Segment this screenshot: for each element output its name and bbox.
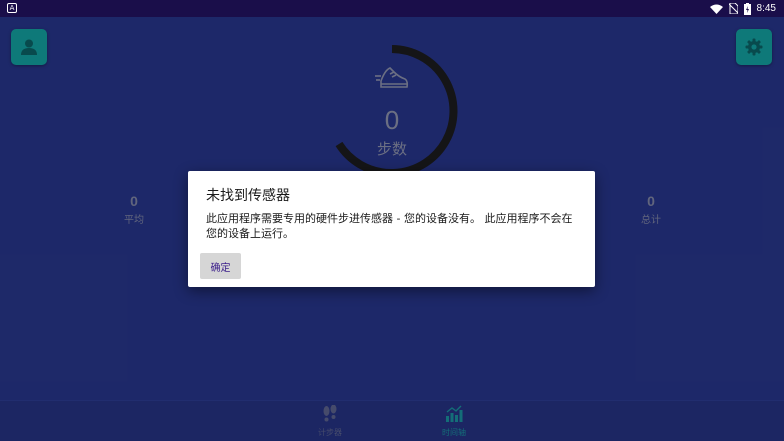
status-icons: 8:45 <box>709 1 776 16</box>
sensor-not-found-dialog: 未找到传感器 此应用程序需要专用的硬件步进传感器 - 您的设备没有。 此应用程序… <box>188 171 595 287</box>
status-bar: A 8:45 <box>0 0 784 17</box>
clock: 8:45 <box>756 3 776 14</box>
ok-button[interactable]: 确定 <box>200 253 241 279</box>
wifi-icon <box>709 4 723 14</box>
battery-charging-icon <box>743 2 751 15</box>
dialog-message: 此应用程序需要专用的硬件步进传感器 - 您的设备没有。 此应用程序不会在您的设备… <box>206 212 573 240</box>
no-sim-icon <box>728 3 738 14</box>
dialog-title: 未找到传感器 <box>206 188 290 204</box>
a-square-icon: A <box>7 3 17 13</box>
